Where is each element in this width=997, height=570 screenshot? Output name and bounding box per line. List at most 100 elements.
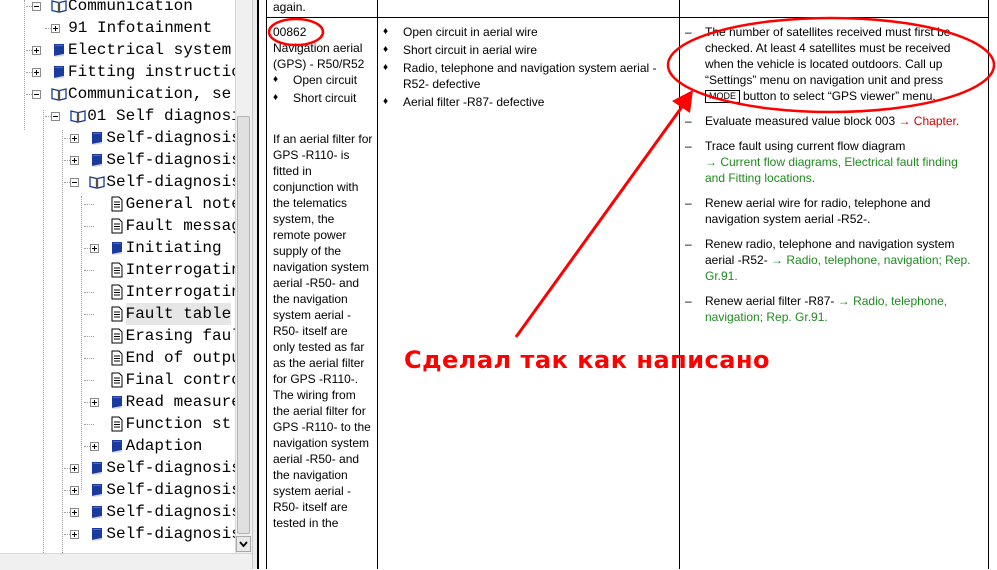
page-icon [109, 306, 125, 322]
tree-item[interactable]: Interrogating [0, 281, 235, 303]
book-closed-icon [109, 394, 125, 410]
tree-item[interactable]: Fitting instructions [0, 61, 235, 83]
book-closed-icon [89, 130, 105, 146]
current-flow-diagrams-link[interactable]: → Current flow diagrams, Electrical faul… [705, 155, 958, 185]
tree-item[interactable]: Interrogating [0, 259, 235, 281]
tree-connector [83, 292, 94, 293]
tree-connector [83, 314, 94, 315]
remedy-text: Trace fault using current flow diagram [705, 139, 906, 153]
tree-item-label: Final control [125, 371, 235, 389]
table-border-right [988, 0, 989, 569]
remedy-item: Renew aerial filter -R87- → Radio, telep… [681, 293, 981, 325]
tree-item[interactable]: Self-diagnosis [0, 457, 235, 479]
collapse-icon[interactable] [70, 178, 80, 187]
tree-item[interactable]: Self-diagnosis [0, 127, 235, 149]
tree-connector [83, 270, 94, 271]
tree-item[interactable]: Adaption [0, 435, 235, 457]
tree-item[interactable]: Self-diagnosis [0, 149, 235, 171]
expand-icon[interactable] [70, 134, 80, 143]
expand-icon[interactable] [51, 24, 61, 33]
column-divider [679, 0, 680, 569]
book-closed-icon [89, 504, 105, 520]
tree-item[interactable]: General notes [0, 193, 235, 215]
tree-item[interactable]: End of output [0, 347, 235, 369]
tree-connector [83, 204, 94, 205]
tree-item[interactable]: Read measured [0, 391, 235, 413]
tree-item-label: End of output [125, 349, 235, 367]
scroll-down-button[interactable] [236, 536, 251, 552]
book-open-icon [89, 174, 106, 190]
tree-item-label: Initiating [125, 239, 222, 257]
scrollbar-thumb[interactable] [237, 116, 250, 534]
tree-item[interactable]: Communication [0, 0, 235, 17]
tree-item-label: Fitting instructions [68, 63, 235, 81]
tree-item-label: Self-diagnosis [106, 503, 235, 521]
book-closed-icon [89, 152, 105, 168]
remedy-item: Evaluate measured value block 003 → Chap… [681, 113, 981, 129]
cause-item: Radio, telephone and navigation system a… [383, 60, 673, 92]
tree-item-label: Self-diagnosis [106, 525, 235, 543]
tree-connector [83, 358, 94, 359]
tree-item-label: Interrogating [125, 283, 235, 301]
tree-item-label: Electrical system [68, 41, 232, 59]
expand-icon[interactable] [70, 508, 80, 517]
tree-item[interactable]: Self-diagnosis [0, 501, 235, 523]
document-content: again. 00862 Navigation aerial (GPS) - R… [257, 0, 997, 569]
tree-item-label: Adaption [125, 437, 203, 455]
tree-connector [83, 424, 94, 425]
tree-item-label: Self-diagnosis [106, 129, 235, 147]
expand-icon[interactable] [89, 244, 99, 253]
collapse-icon[interactable] [51, 112, 61, 121]
expand-icon[interactable] [89, 442, 99, 451]
tree-item[interactable]: Self-diagnosis [0, 171, 235, 193]
expand-icon[interactable] [70, 530, 80, 539]
remedy-item: Trace fault using current flow diagram → … [681, 138, 981, 186]
book-closed-icon [89, 460, 105, 476]
chapter-link[interactable]: → Chapter. [898, 114, 959, 128]
tree-item[interactable]: Communication, se [0, 83, 235, 105]
expand-icon[interactable] [32, 68, 41, 77]
tree-item-label: Communication, se [68, 85, 232, 103]
book-closed-icon [89, 482, 105, 498]
remedy-list: The number of satellites received must f… [681, 24, 981, 325]
book-closed-icon [51, 42, 67, 58]
collapse-icon[interactable] [32, 90, 41, 99]
page-icon [109, 350, 125, 366]
cause-item: Aerial filter -R87- defective [383, 94, 673, 110]
tree-item[interactable]: Self-diagnosis [0, 479, 235, 501]
cause-item: Short circuit in aerial wire [383, 42, 673, 58]
expand-icon[interactable] [32, 46, 41, 55]
page-icon [109, 284, 125, 300]
tree-item-label: Erasing fault [125, 327, 235, 345]
tree-item[interactable]: 01 Self diagnosis [0, 105, 235, 127]
expand-icon[interactable] [70, 156, 80, 165]
remedy-item: The number of satellites received must f… [681, 24, 981, 104]
collapse-icon[interactable] [32, 2, 41, 11]
tree-item-label: Read measured [125, 393, 235, 411]
tree-item-label: Function st [125, 415, 232, 433]
tree-item[interactable]: Function st [0, 413, 235, 435]
row-divider [266, 17, 989, 18]
tree-item[interactable]: 91 Infotainment [0, 17, 235, 39]
tree-horizontal-scrollbar[interactable] [0, 553, 252, 570]
tree-item[interactable]: Self-diagnosis [0, 523, 235, 545]
navigation-tree[interactable]: Communication 91 Infotainment Electrical s… [0, 0, 235, 569]
tree-item-label: 91 Infotainment [68, 19, 213, 37]
remedy-item: Renew aerial wire for radio, telephone a… [681, 195, 981, 227]
tree-item[interactable]: Final control [0, 369, 235, 391]
tree-connector [83, 336, 94, 337]
page-icon [109, 196, 125, 212]
fault-type-item: Short circuit [273, 90, 375, 106]
expand-icon[interactable] [70, 464, 80, 473]
tree-item[interactable]: Erasing fault [0, 325, 235, 347]
possible-causes-cell: Open circuit in aerial wire Short circuit… [383, 24, 673, 112]
book-closed-icon [51, 64, 67, 80]
expand-icon[interactable] [70, 486, 80, 495]
remedy-item: Renew radio, telephone and navigation sy… [681, 236, 981, 284]
tree-item[interactable]: Electrical system [0, 39, 235, 61]
expand-icon[interactable] [89, 398, 99, 407]
tree-item[interactable]: Initiating [0, 237, 235, 259]
remedy-text: Evaluate measured value block 003 [705, 114, 896, 128]
tree-item[interactable]: Fault messages [0, 215, 235, 237]
tree-item[interactable]: Fault table [0, 303, 235, 325]
